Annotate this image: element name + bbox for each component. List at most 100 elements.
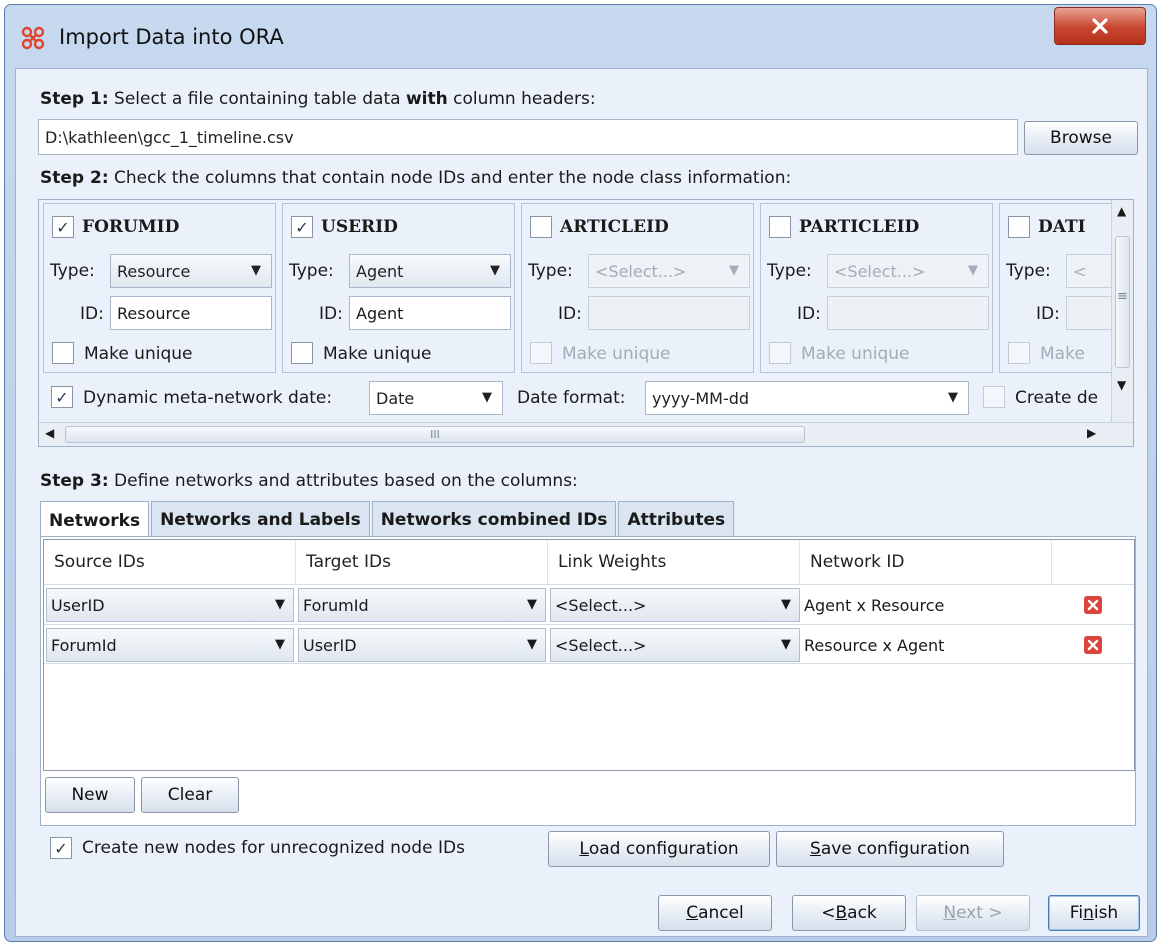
make-unique-label: Make unique	[801, 344, 910, 364]
make-unique-checkbox-userid[interactable]	[291, 342, 313, 364]
column-header-network[interactable]: Network ID	[800, 540, 1052, 584]
delete-icon[interactable]	[1084, 596, 1102, 614]
dynamic-date-select[interactable]: Date ▼	[369, 381, 503, 415]
step1-label-bold: Step 1:	[40, 89, 109, 109]
mnemonic: L	[579, 839, 589, 859]
dynamic-date-checkbox[interactable]: ✓	[51, 386, 73, 408]
column-checkbox-userid[interactable]: ✓	[291, 216, 313, 238]
checkmark-icon: ✓	[295, 217, 309, 237]
clear-networks-button[interactable]: Clear	[141, 777, 239, 813]
button-label: ish	[1093, 903, 1119, 923]
type-label: Type:	[767, 261, 812, 281]
make-unique-checkbox-articleid[interactable]	[530, 342, 552, 364]
type-select-forumid[interactable]: Resource ▼	[110, 254, 272, 288]
type-select-articleid[interactable]: <Select...> ▼	[588, 254, 750, 288]
scroll-left-arrow-icon[interactable]: ◀	[45, 426, 54, 440]
step1-label: Step 1: Select a file containing table d…	[40, 89, 596, 109]
column-checkbox-date[interactable]	[1008, 216, 1030, 238]
title-bar[interactable]: Import Data into ORA	[5, 5, 1156, 65]
date-format-label: Date format:	[517, 388, 626, 408]
create-nodes-checkbox[interactable]: ✓	[50, 837, 72, 859]
type-select-particleid[interactable]: <Select...> ▼	[827, 254, 989, 288]
tab-attributes[interactable]: Attributes	[618, 501, 735, 537]
horizontal-scroll-thumb[interactable]: III	[65, 426, 805, 443]
column-checkbox-articleid[interactable]	[530, 216, 552, 238]
network-id-input[interactable]: Resource x Agent	[802, 628, 1050, 662]
tab-networks[interactable]: Networks	[40, 501, 150, 539]
column-panel-articleid: ARTICLEID Type: <Select...> ▼ ID: Make un…	[521, 203, 754, 373]
dropdown-arrow-icon: ▼	[968, 263, 978, 278]
date-format-select[interactable]: yyyy-MM-dd ▼	[645, 381, 969, 415]
column-header-weights[interactable]: Link Weights	[548, 540, 800, 584]
id-input-particleid[interactable]	[827, 296, 989, 330]
make-unique-label: Make unique	[562, 344, 671, 364]
create-dates-checkbox[interactable]	[983, 386, 1005, 408]
next-button[interactable]: Next >	[916, 895, 1030, 931]
weight-select[interactable]: <Select...> ▼	[550, 628, 800, 662]
load-configuration-button[interactable]: Load configuration	[548, 831, 770, 867]
button-label: oad configuration	[588, 839, 739, 859]
step2-label-text: Check the columns that contain node IDs …	[108, 168, 792, 188]
back-button[interactable]: < Back	[792, 895, 906, 931]
table-row: ForumId ▼ UserID ▼ <Select...> ▼ Resource x…	[44, 624, 1134, 664]
make-unique-checkbox-forumid[interactable]	[52, 342, 74, 364]
finish-button[interactable]: Fi n ish	[1048, 895, 1140, 931]
scroll-up-arrow-icon[interactable]: ▲	[1117, 204, 1126, 218]
browse-button[interactable]: Browse	[1024, 121, 1138, 155]
column-header-source[interactable]: Source IDs	[44, 540, 296, 584]
step3-label-bold: Step 3:	[40, 471, 109, 491]
checkmark-icon: ✓	[55, 387, 69, 407]
target-select[interactable]: UserID ▼	[298, 628, 546, 662]
id-input-forumid[interactable]: Resource	[110, 296, 272, 330]
save-configuration-button[interactable]: Save configuration	[776, 831, 1004, 867]
close-button[interactable]	[1054, 7, 1146, 45]
window-title: Import Data into ORA	[59, 25, 284, 49]
weight-select[interactable]: <Select...> ▼	[550, 588, 800, 622]
weight-value: <Select...>	[555, 635, 647, 655]
vertical-scrollbar[interactable]: ▲ ≡ ▼	[1111, 200, 1133, 422]
column-panel-date: DATI Type: < ID: Make	[999, 203, 1133, 373]
step1-label-with: with	[405, 89, 448, 109]
target-select[interactable]: ForumId ▼	[298, 588, 546, 622]
delete-icon[interactable]	[1084, 636, 1102, 654]
id-input-articleid[interactable]	[588, 296, 750, 330]
type-select-userid[interactable]: Agent ▼	[349, 254, 511, 288]
type-label: Type:	[528, 261, 573, 281]
dropdown-arrow-icon: ▼	[729, 263, 739, 278]
source-select[interactable]: UserID ▼	[46, 588, 294, 622]
step3-label-text: Define networks and attributes based on …	[108, 471, 578, 491]
scroll-right-arrow-icon[interactable]: ▶	[1087, 426, 1096, 440]
id-input-userid[interactable]: Agent	[349, 296, 511, 330]
make-unique-checkbox-date[interactable]	[1008, 342, 1030, 364]
new-network-button[interactable]: New	[45, 777, 135, 813]
step1-label-post: column headers:	[447, 89, 596, 109]
column-header-target[interactable]: Target IDs	[296, 540, 548, 584]
source-select[interactable]: ForumId ▼	[46, 628, 294, 662]
scroll-down-arrow-icon[interactable]: ▼	[1117, 378, 1126, 392]
vertical-scroll-thumb[interactable]: ≡	[1115, 236, 1130, 368]
checkmark-icon: ✓	[54, 838, 68, 858]
file-path-input[interactable]: D:\kathleen\gcc_1_timeline.csv	[38, 119, 1018, 155]
cancel-button[interactable]: Cancel	[658, 895, 772, 931]
button-label: Fi	[1069, 903, 1084, 923]
button-label: <	[821, 903, 836, 923]
type-select-value: <Select...>	[834, 261, 926, 281]
column-selection-area: ✓ FORUMID Type: Resource ▼ ID: Resource M…	[38, 199, 1134, 447]
tab-networks-combined-ids[interactable]: Networks combined IDs	[371, 501, 617, 537]
type-label: Type:	[50, 261, 95, 281]
checkmark-icon: ✓	[56, 217, 70, 237]
column-checkbox-particleid[interactable]	[769, 216, 791, 238]
horizontal-scrollbar[interactable]: ◀ III ▶	[39, 422, 1133, 446]
make-unique-checkbox-particleid[interactable]	[769, 342, 791, 364]
column-checkbox-forumid[interactable]: ✓	[52, 216, 74, 238]
step2-label: Step 2: Check the columns that contain n…	[40, 168, 791, 188]
dropdown-arrow-icon: ▼	[781, 637, 791, 652]
step3-tabs: Networks Networks and Labels Networks co…	[40, 501, 736, 539]
network-id-input[interactable]: Agent x Resource	[802, 588, 1050, 622]
type-select-value: Resource	[117, 261, 191, 281]
dropdown-arrow-icon: ▼	[948, 390, 958, 405]
make-unique-label: Make unique	[84, 344, 193, 364]
column-name: DATI	[1038, 217, 1086, 237]
dropdown-arrow-icon: ▼	[482, 390, 492, 405]
tab-networks-and-labels[interactable]: Networks and Labels	[151, 501, 370, 537]
